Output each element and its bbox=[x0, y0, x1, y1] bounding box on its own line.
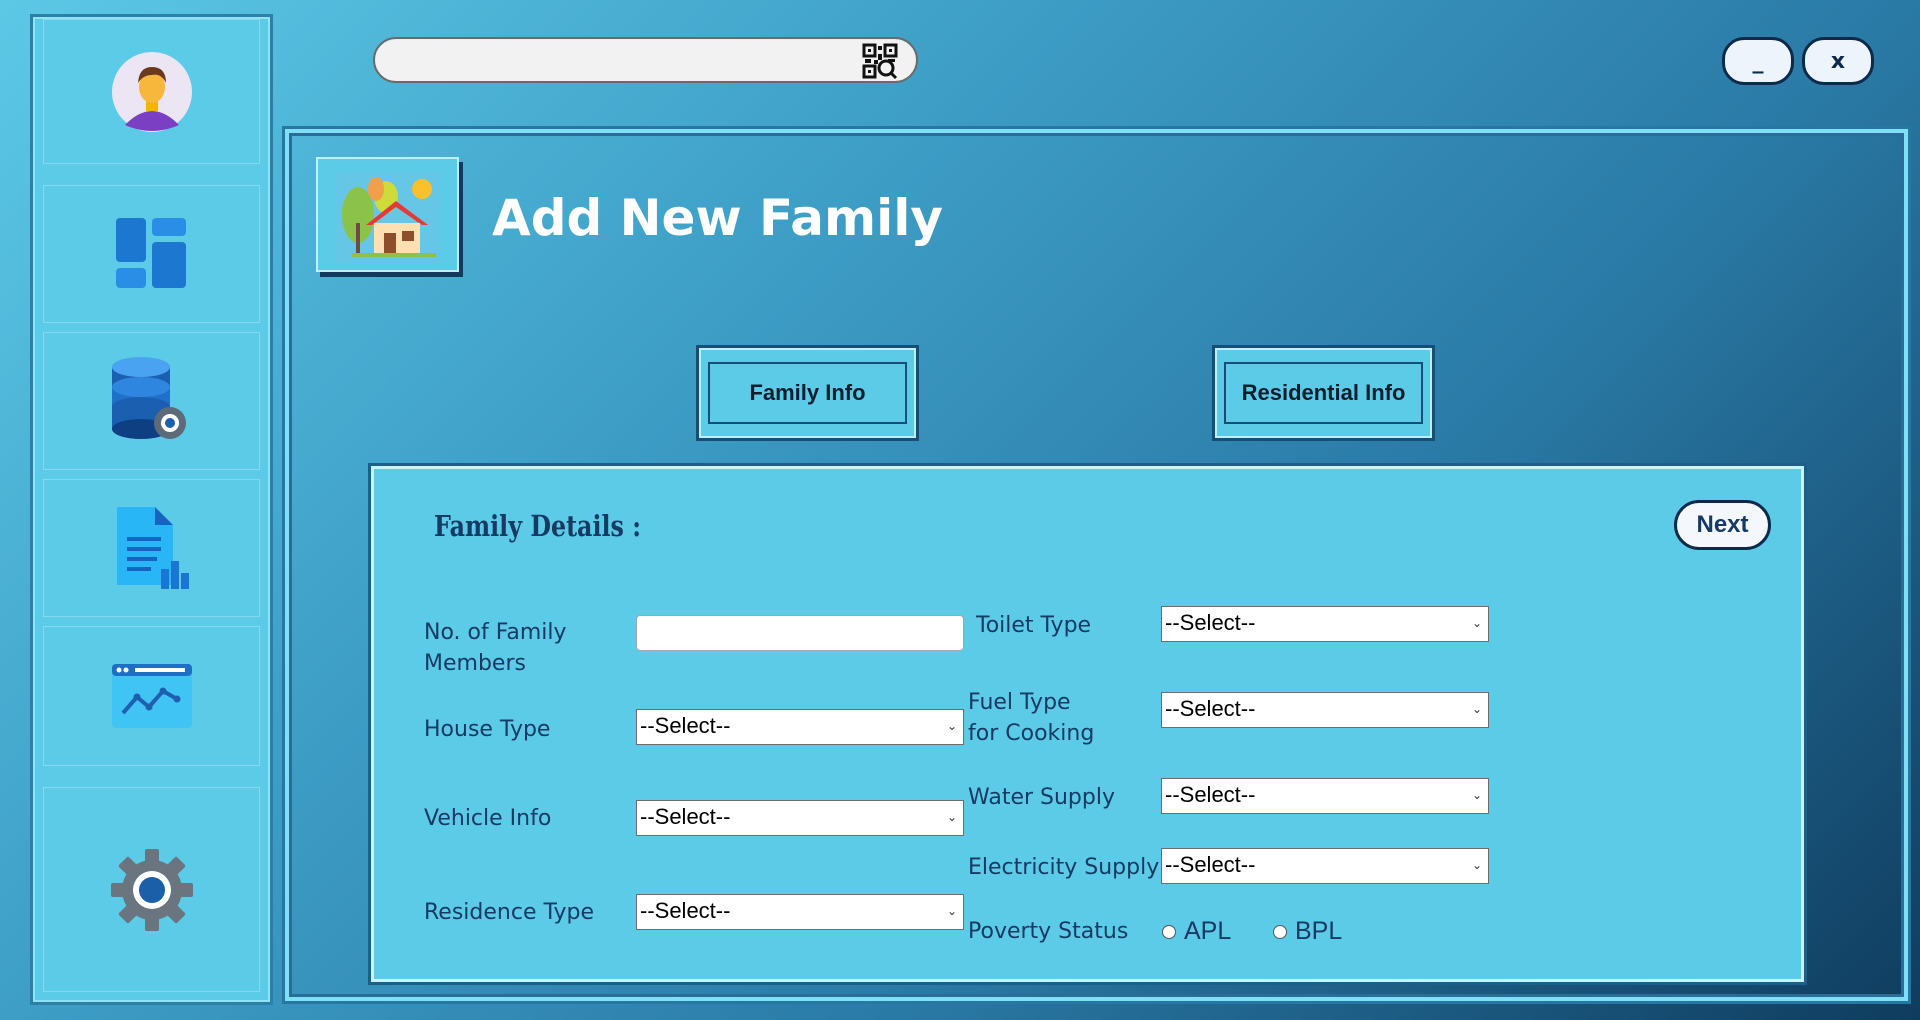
chevron-down-icon: ⌄ bbox=[1471, 788, 1482, 802]
sidebar-item-database[interactable] bbox=[43, 332, 260, 470]
page-logo bbox=[316, 157, 459, 272]
water-supply-label: Water Supply bbox=[968, 785, 1115, 810]
water-supply-select[interactable]: --Select-- ⌄ bbox=[1161, 778, 1489, 814]
page-title: Add New Family bbox=[492, 189, 943, 247]
tab-residential-info[interactable]: Residential Info bbox=[1215, 348, 1432, 438]
next-button[interactable]: Next bbox=[1674, 500, 1771, 550]
chevron-down-icon: ⌄ bbox=[1471, 702, 1482, 716]
sidebar-item-reports[interactable] bbox=[43, 479, 260, 617]
fuel-type-label-line2: for Cooking bbox=[968, 721, 1095, 746]
tab-residential-info-label[interactable]: Residential Info bbox=[1224, 362, 1423, 424]
search-input[interactable] bbox=[393, 47, 857, 75]
fuel-type-select[interactable]: --Select-- ⌄ bbox=[1161, 692, 1489, 728]
toilet-type-select[interactable]: --Select-- ⌄ bbox=[1161, 606, 1489, 642]
family-members-input[interactable] bbox=[636, 615, 964, 651]
poverty-status-label: Poverty Status bbox=[968, 919, 1129, 944]
sidebar-item-settings[interactable] bbox=[43, 787, 260, 992]
toilet-type-label: Toilet Type bbox=[976, 613, 1092, 638]
house-type-select[interactable]: --Select-- ⌄ bbox=[636, 709, 964, 745]
chevron-down-icon: ⌄ bbox=[946, 719, 957, 733]
qr-scan-icon[interactable] bbox=[862, 43, 898, 79]
section-title: Family Details : bbox=[434, 509, 641, 543]
toilet-type-value: --Select-- bbox=[1165, 610, 1256, 635]
analytics-chart-icon bbox=[111, 664, 192, 728]
poverty-bpl-radio[interactable]: BPL bbox=[1273, 917, 1342, 946]
sidebar-item-dashboard[interactable] bbox=[43, 185, 260, 323]
sidebar-item-analytics[interactable] bbox=[43, 626, 260, 766]
poverty-apl-radio[interactable]: APL bbox=[1162, 917, 1231, 946]
radio-circle[interactable] bbox=[1273, 924, 1287, 939]
user-avatar-icon bbox=[111, 51, 192, 132]
vehicle-info-value: --Select-- bbox=[640, 804, 731, 829]
apl-label: APL bbox=[1184, 917, 1232, 945]
water-supply-value: --Select-- bbox=[1165, 782, 1256, 807]
chevron-down-icon: ⌄ bbox=[946, 904, 957, 918]
report-document-icon bbox=[116, 507, 189, 589]
chevron-down-icon: ⌄ bbox=[1471, 858, 1482, 872]
database-settings-icon bbox=[111, 357, 186, 439]
electricity-supply-label: Electricity Supply bbox=[968, 855, 1160, 880]
tab-family-info[interactable]: Family Info bbox=[699, 348, 916, 438]
family-details-form: Family Details : Next No. of Family Memb… bbox=[371, 466, 1804, 982]
minimize-button[interactable]: _ bbox=[1722, 37, 1794, 85]
dashboard-icon bbox=[115, 218, 186, 288]
sidebar-item-profile[interactable] bbox=[43, 19, 260, 164]
radio-circle[interactable] bbox=[1162, 924, 1176, 939]
fuel-type-value: --Select-- bbox=[1165, 696, 1256, 721]
fuel-type-label: Fuel Type bbox=[968, 690, 1071, 715]
house-icon bbox=[335, 172, 440, 263]
vehicle-info-select[interactable]: --Select-- ⌄ bbox=[636, 800, 964, 836]
residence-type-value: --Select-- bbox=[640, 898, 731, 923]
house-type-label: House Type bbox=[424, 717, 551, 742]
house-type-value: --Select-- bbox=[640, 713, 731, 738]
chevron-down-icon: ⌄ bbox=[946, 810, 957, 824]
members-label: No. of Family Members bbox=[424, 620, 567, 676]
residence-type-select[interactable]: --Select-- ⌄ bbox=[636, 894, 964, 930]
sidebar bbox=[33, 17, 270, 1002]
search-bar[interactable] bbox=[373, 37, 918, 83]
residence-type-label: Residence Type bbox=[424, 900, 595, 925]
chevron-down-icon: ⌄ bbox=[1471, 616, 1482, 630]
bpl-label: BPL bbox=[1295, 917, 1343, 945]
main-panel: Add New Family Family Info Residential I… bbox=[285, 129, 1908, 1001]
close-button[interactable]: x bbox=[1802, 37, 1874, 85]
tab-family-info-label[interactable]: Family Info bbox=[708, 362, 907, 424]
electricity-supply-value: --Select-- bbox=[1165, 852, 1256, 877]
electricity-supply-select[interactable]: --Select-- ⌄ bbox=[1161, 848, 1489, 884]
vehicle-info-label: Vehicle Info bbox=[424, 806, 552, 831]
gear-icon bbox=[110, 848, 193, 931]
